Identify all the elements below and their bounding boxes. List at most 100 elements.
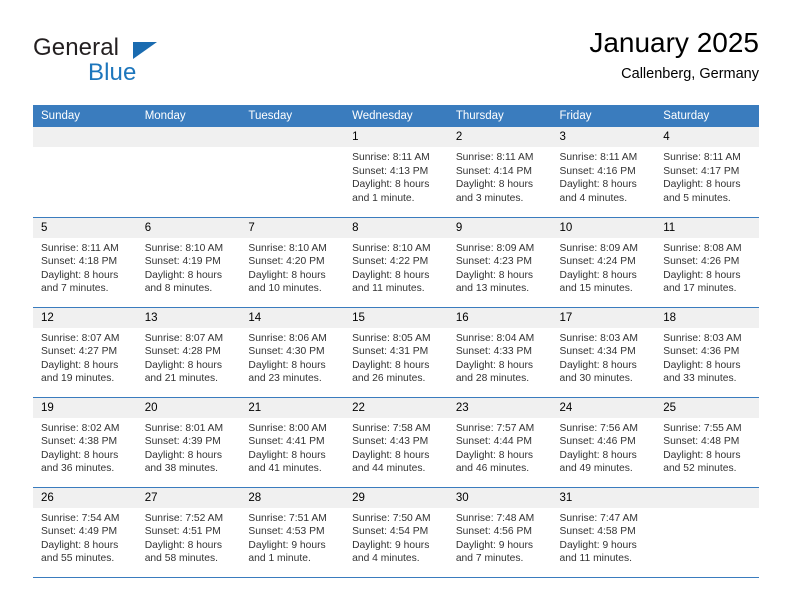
day-detail-line: Sunset: 4:19 PM [144, 256, 221, 268]
calendar-week-row: 26 Sunrise: 7:54 AM Sunset: 4:49 PM Dayligh… [33, 486, 759, 578]
calendar-header-row: Sunday Monday Tuesday Wednesday Thursday… [33, 105, 759, 127]
day-cell-inner: 30 Sunrise: 7:48 AM Sunset: 4:56 PM Dayligh… [447, 487, 552, 577]
calendar-day-cell[interactable]: 15 Sunrise: 8:05 AM Sunset: 4:31 PM Dayligh… [344, 306, 448, 397]
calendar-day-cell[interactable]: 31 Sunrise: 7:47 AM Sunset: 4:58 PM Dayligh… [551, 486, 656, 578]
calendar-day-cell[interactable]: 24 Sunrise: 7:56 AM Sunset: 4:46 PM Dayligh… [551, 396, 656, 487]
calendar-body: 1 Sunrise: 8:11 AM Sunset: 4:13 PM Daylight… [33, 127, 759, 578]
day-detail-line: and 38 minutes. [144, 463, 218, 475]
calendar-day-cell[interactable]: 9 Sunrise: 8:09 AM Sunset: 4:23 PM Daylight… [447, 216, 552, 307]
day-details: Sunrise: 8:10 AM Sunset: 4:19 PM Daylight:… [137, 238, 241, 296]
calendar-day-cell[interactable]: 28 Sunrise: 7:51 AM Sunset: 4:53 PM Dayligh… [240, 486, 345, 578]
calendar-day-cell[interactable]: 6 Sunrise: 8:10 AM Sunset: 4:19 PM Daylight… [136, 216, 241, 307]
calendar-day-cell[interactable]: 29 Sunrise: 7:50 AM Sunset: 4:54 PM Dayligh… [344, 486, 448, 578]
calendar-empty-cell [136, 127, 241, 217]
calendar-day-cell[interactable]: 11 Sunrise: 8:08 AM Sunset: 4:26 PM Dayligh… [655, 216, 759, 307]
day-details: Sunrise: 7:55 AM Sunset: 4:48 PM Daylight:… [655, 418, 759, 476]
calendar-day-cell[interactable]: 17 Sunrise: 8:03 AM Sunset: 4:34 PM Dayligh… [551, 306, 656, 397]
day-detail-line: Daylight: 8 hours [352, 179, 430, 191]
day-cell-inner: 6 Sunrise: 8:10 AM Sunset: 4:19 PM Daylight… [136, 217, 241, 307]
day-detail-line: Sunrise: 8:08 AM [663, 242, 742, 254]
calendar-day-cell[interactable]: 18 Sunrise: 8:03 AM Sunset: 4:36 PM Dayligh… [655, 306, 759, 397]
day-cell-inner: 21 Sunrise: 8:00 AM Sunset: 4:41 PM Dayligh… [240, 397, 345, 487]
day-details: Sunrise: 8:03 AM Sunset: 4:36 PM Daylight:… [655, 328, 759, 386]
calendar-day-cell[interactable]: 20 Sunrise: 8:01 AM Sunset: 4:39 PM Dayligh… [136, 396, 241, 487]
day-detail-line: Sunrise: 8:07 AM [144, 332, 224, 344]
calendar-day-cell[interactable]: 8 Sunrise: 8:10 AM Sunset: 4:22 PM Daylight… [344, 216, 448, 307]
day-detail-line: and 49 minutes. [559, 463, 633, 475]
day-detail-line: Daylight: 8 hours [144, 359, 222, 371]
day-cell-inner: 20 Sunrise: 8:01 AM Sunset: 4:39 PM Dayligh… [136, 397, 241, 487]
day-detail-line: Sunset: 4:22 PM [352, 256, 429, 268]
day-details: Sunrise: 8:05 AM Sunset: 4:31 PM Daylight:… [344, 328, 448, 386]
weekday-header-tuesday: Tuesday [240, 105, 345, 127]
day-detail-line: and 4 minutes. [559, 192, 628, 204]
calendar-day-cell[interactable]: 27 Sunrise: 7:52 AM Sunset: 4:51 PM Dayligh… [136, 486, 241, 578]
calendar-day-cell[interactable]: 16 Sunrise: 8:04 AM Sunset: 4:33 PM Dayligh… [447, 306, 552, 397]
day-detail-line: Sunset: 4:14 PM [455, 165, 532, 177]
day-detail-line: and 5 minutes. [663, 192, 731, 204]
day-cell-inner: 13 Sunrise: 8:07 AM Sunset: 4:28 PM Dayligh… [136, 307, 241, 397]
day-detail-line: Sunset: 4:46 PM [559, 436, 636, 448]
day-detail-line: Sunset: 4:24 PM [559, 256, 636, 268]
day-number: 22 [344, 397, 448, 418]
calendar-day-cell[interactable]: 30 Sunrise: 7:48 AM Sunset: 4:56 PM Dayligh… [447, 486, 552, 578]
day-cell-inner [655, 487, 759, 577]
day-details: Sunrise: 8:10 AM Sunset: 4:22 PM Daylight:… [344, 238, 448, 296]
page-title: January 2025 [589, 27, 759, 58]
calendar-day-cell[interactable]: 2 Sunrise: 8:11 AM Sunset: 4:14 PM Daylight… [447, 127, 552, 217]
day-number: 23 [447, 397, 552, 418]
day-detail-line: Daylight: 9 hours [559, 539, 637, 551]
day-detail-line: Daylight: 8 hours [663, 449, 741, 461]
calendar-day-cell[interactable]: 21 Sunrise: 8:00 AM Sunset: 4:41 PM Dayligh… [240, 396, 345, 487]
day-number: 1 [344, 127, 448, 147]
day-details: Sunrise: 8:11 AM Sunset: 4:18 PM Daylight:… [33, 238, 137, 296]
day-detail-line: and 26 minutes. [352, 373, 426, 385]
calendar-day-cell[interactable]: 13 Sunrise: 8:07 AM Sunset: 4:28 PM Dayligh… [136, 306, 241, 397]
day-cell-inner: 4 Sunrise: 8:11 AM Sunset: 4:17 PM Daylight… [655, 127, 759, 217]
calendar-empty-cell [33, 127, 137, 217]
day-detail-line: and 23 minutes. [248, 373, 322, 385]
calendar-day-cell[interactable]: 12 Sunrise: 8:07 AM Sunset: 4:27 PM Dayligh… [33, 306, 137, 397]
calendar-day-cell[interactable]: 7 Sunrise: 8:10 AM Sunset: 4:20 PM Daylight… [240, 216, 345, 307]
day-detail-line: and 3 minutes. [455, 192, 524, 204]
day-cell-inner: 23 Sunrise: 7:57 AM Sunset: 4:44 PM Dayligh… [447, 397, 552, 487]
day-number: 6 [136, 217, 241, 238]
day-number: 24 [551, 397, 656, 418]
day-details: Sunrise: 7:54 AM Sunset: 4:49 PM Daylight:… [33, 508, 137, 566]
day-cell-inner: 12 Sunrise: 8:07 AM Sunset: 4:27 PM Dayligh… [33, 307, 137, 397]
calendar-day-cell[interactable]: 22 Sunrise: 7:58 AM Sunset: 4:43 PM Dayligh… [344, 396, 448, 487]
day-details: Sunrise: 8:11 AM Sunset: 4:16 PM Daylight:… [552, 147, 656, 205]
calendar-day-cell[interactable]: 19 Sunrise: 8:02 AM Sunset: 4:38 PM Dayligh… [33, 396, 137, 487]
day-detail-line: Sunrise: 7:52 AM [144, 512, 224, 524]
day-cell-inner: 1 Sunrise: 8:11 AM Sunset: 4:13 PM Daylight… [344, 127, 448, 217]
day-cell-inner: 26 Sunrise: 7:54 AM Sunset: 4:49 PM Dayligh… [33, 487, 137, 577]
day-number: 3 [551, 127, 656, 147]
day-detail-line: Sunrise: 8:11 AM [352, 152, 430, 163]
calendar-day-cell[interactable]: 5 Sunrise: 8:11 AM Sunset: 4:18 PM Daylight… [33, 216, 137, 307]
day-number [33, 127, 137, 147]
day-cell-inner: 24 Sunrise: 7:56 AM Sunset: 4:46 PM Dayligh… [551, 397, 656, 487]
day-number: 21 [240, 397, 345, 418]
calendar-day-cell[interactable]: 1 Sunrise: 8:11 AM Sunset: 4:13 PM Daylight… [344, 127, 448, 217]
day-number: 28 [240, 487, 345, 508]
calendar-day-cell[interactable]: 23 Sunrise: 7:57 AM Sunset: 4:44 PM Dayligh… [447, 396, 552, 487]
day-detail-line: and 4 minutes. [352, 553, 420, 565]
day-number: 27 [136, 487, 241, 508]
calendar-day-cell[interactable]: 25 Sunrise: 7:55 AM Sunset: 4:48 PM Dayligh… [655, 396, 759, 487]
calendar-day-cell[interactable]: 10 Sunrise: 8:09 AM Sunset: 4:24 PM Dayligh… [551, 216, 656, 307]
calendar-day-cell[interactable]: 26 Sunrise: 7:54 AM Sunset: 4:49 PM Dayligh… [33, 486, 137, 578]
day-detail-line: Sunrise: 7:51 AM [248, 512, 327, 524]
day-detail-line: and 11 minutes. [559, 553, 633, 565]
calendar-day-cell[interactable]: 14 Sunrise: 8:06 AM Sunset: 4:30 PM Dayligh… [240, 306, 345, 397]
day-detail-line: Sunrise: 7:56 AM [559, 422, 638, 434]
calendar-day-cell[interactable]: 4 Sunrise: 8:11 AM Sunset: 4:17 PM Daylight… [655, 127, 759, 217]
day-detail-line: Daylight: 8 hours [248, 269, 326, 281]
calendar-day-cell[interactable]: 3 Sunrise: 8:11 AM Sunset: 4:16 PM Daylight… [551, 127, 656, 217]
day-detail-line: Sunset: 4:51 PM [144, 526, 221, 538]
day-number: 29 [344, 487, 448, 508]
day-detail-line: Sunrise: 8:11 AM [41, 242, 119, 254]
brand-logo[interactable]: General Blue [33, 28, 233, 90]
day-number: 25 [655, 397, 759, 418]
day-cell-inner: 8 Sunrise: 8:10 AM Sunset: 4:22 PM Daylight… [344, 217, 448, 307]
day-detail-line: and 8 minutes. [144, 283, 213, 295]
